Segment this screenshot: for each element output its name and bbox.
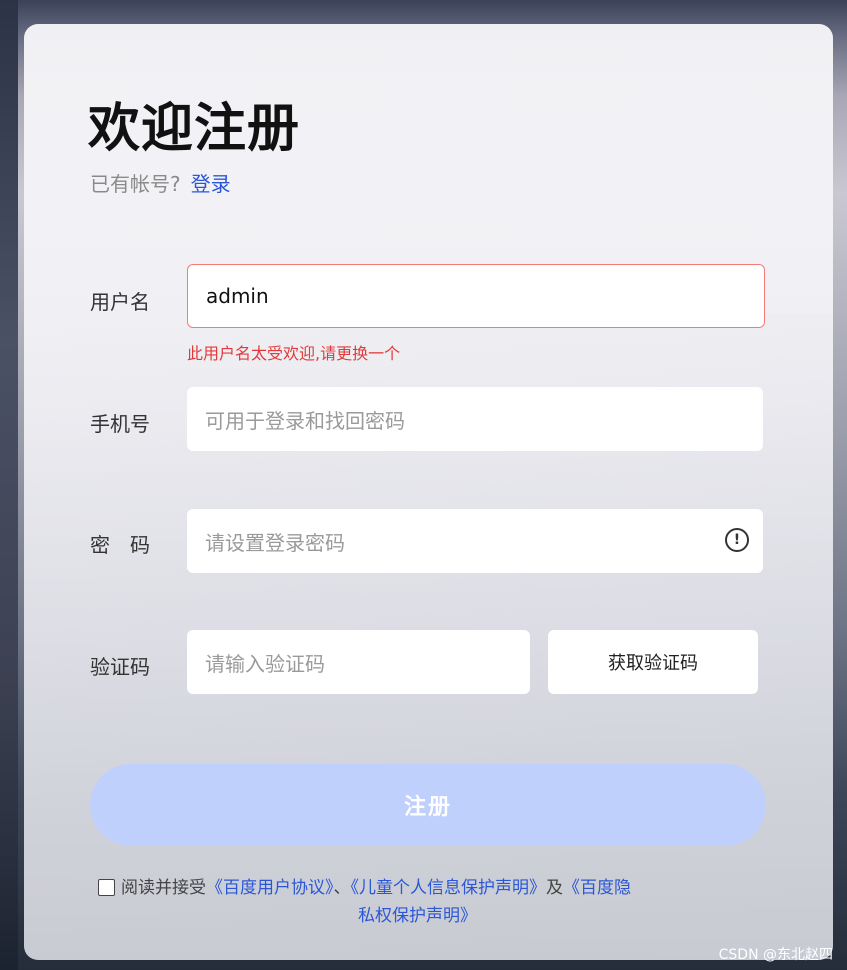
agree-sep: 、 bbox=[333, 878, 351, 898]
agree-checkbox[interactable] bbox=[98, 879, 115, 896]
password-input[interactable]: 请设置登录密码 ! bbox=[187, 509, 763, 573]
agreement: 阅读并接受《百度用户协议》、《儿童个人信息保护声明》及《百度隐 私权保护声明》 bbox=[98, 874, 778, 930]
code-label: 验证码 bbox=[90, 655, 150, 679]
phone-label: 手机号 bbox=[90, 412, 150, 436]
agree-prefix: 阅读并接受 bbox=[121, 878, 206, 898]
page-title: 欢迎注册 bbox=[88, 99, 301, 159]
has-account-text: 已有帐号? bbox=[90, 172, 181, 196]
privacy-link-part1[interactable]: 《百度隐 bbox=[563, 878, 631, 898]
privacy-link-part2[interactable]: 私权保护声明》 bbox=[358, 906, 477, 926]
children-privacy-link[interactable]: 《儿童个人信息保护声明》 bbox=[351, 878, 547, 898]
register-button[interactable]: 注册 bbox=[90, 764, 766, 846]
username-value: admin bbox=[206, 284, 269, 308]
username-label: 用户名 bbox=[90, 290, 150, 314]
has-account-row: 已有帐号? 登录 bbox=[90, 168, 231, 197]
code-placeholder: 请输入验证码 bbox=[205, 651, 325, 676]
user-agreement-link[interactable]: 《百度用户协议》 bbox=[206, 878, 334, 898]
register-card: 欢迎注册 已有帐号? 登录 用户名 admin 此用户名太受欢迎,请更换一个 手机… bbox=[24, 24, 833, 960]
login-link[interactable]: 登录 bbox=[191, 172, 231, 196]
get-code-button[interactable]: 获取验证码 bbox=[548, 630, 758, 694]
background-edge bbox=[0, 0, 18, 970]
code-input[interactable]: 请输入验证码 bbox=[187, 630, 530, 694]
watermark: CSDN @东北赵四 bbox=[718, 947, 833, 963]
password-label: 密 码 bbox=[90, 533, 150, 557]
username-input[interactable]: admin bbox=[187, 264, 765, 328]
agree-and: 及 bbox=[546, 878, 563, 898]
username-error: 此用户名太受欢迎,请更换一个 bbox=[187, 344, 401, 363]
phone-placeholder: 可用于登录和找回密码 bbox=[205, 408, 405, 433]
info-icon[interactable]: ! bbox=[725, 528, 749, 552]
phone-input[interactable]: 可用于登录和找回密码 bbox=[187, 387, 763, 451]
password-placeholder: 请设置登录密码 bbox=[205, 530, 345, 555]
